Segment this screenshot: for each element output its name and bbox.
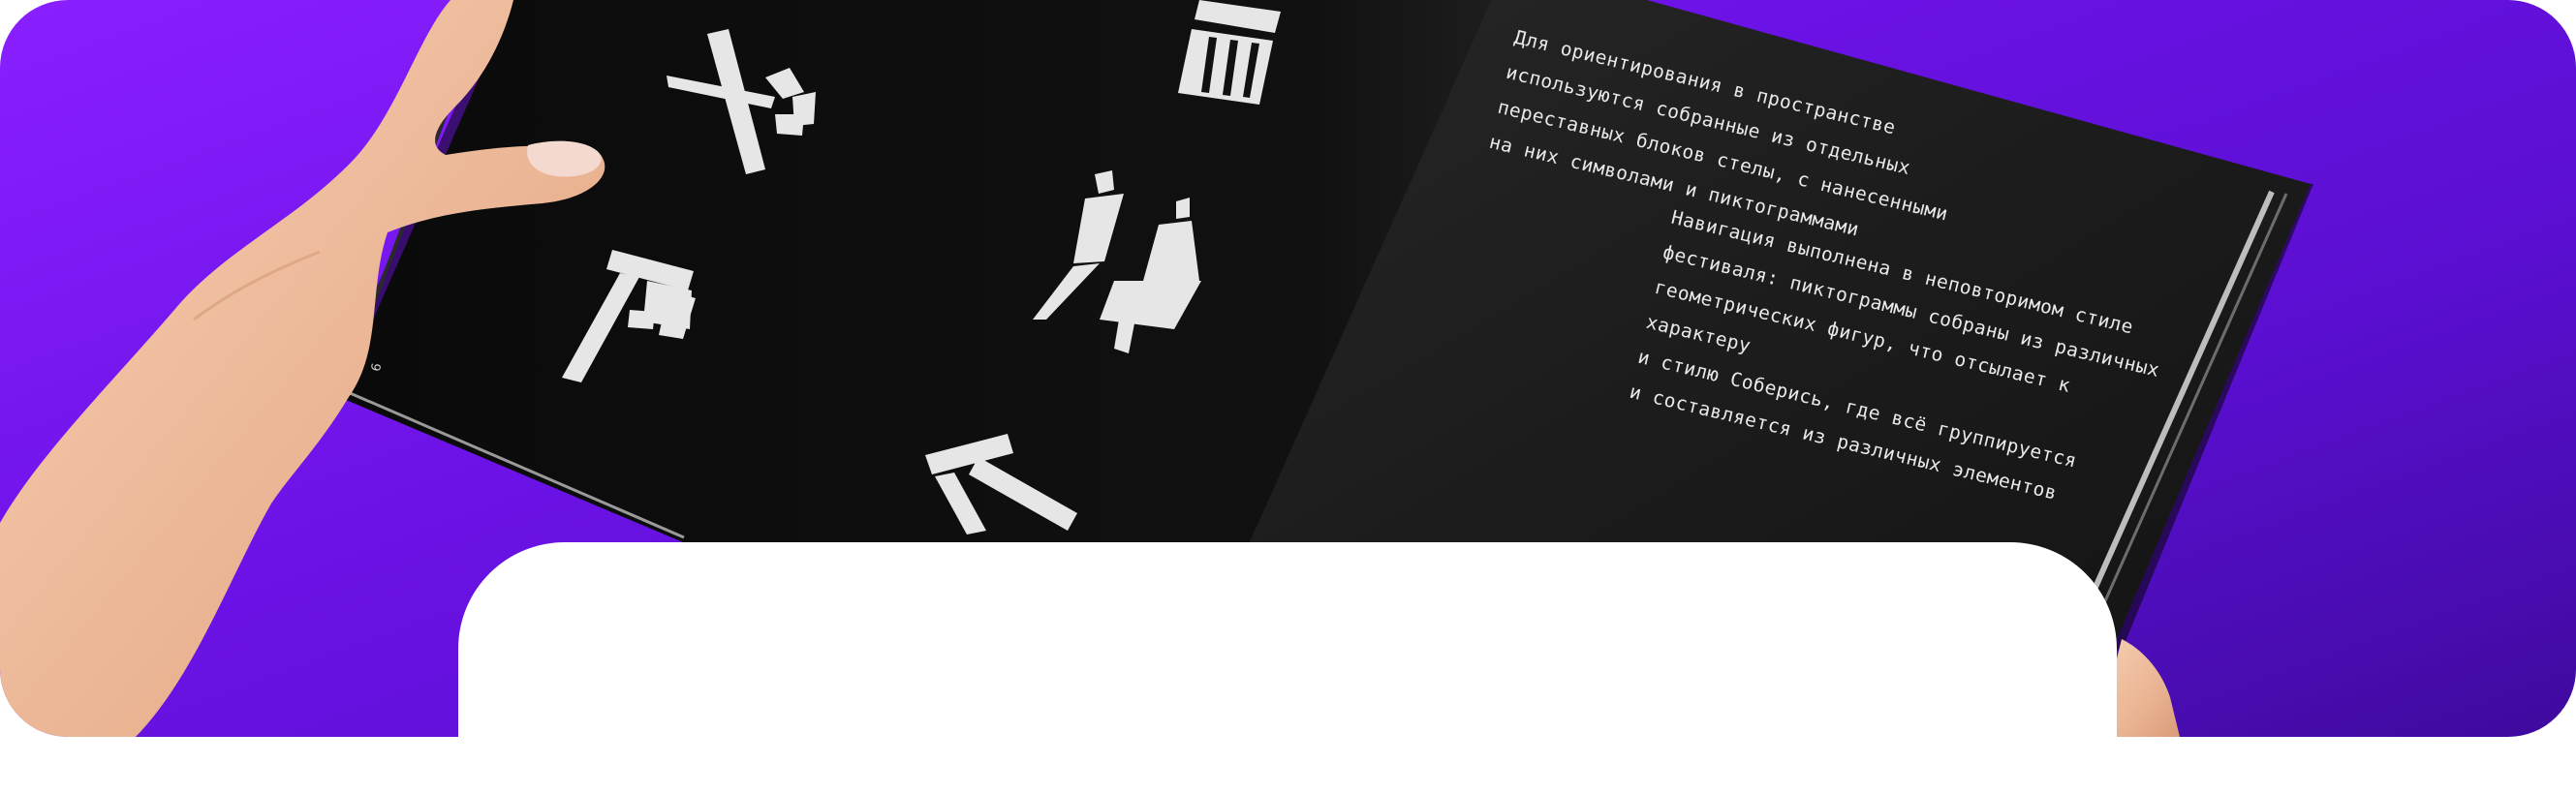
content-card <box>458 542 2117 794</box>
